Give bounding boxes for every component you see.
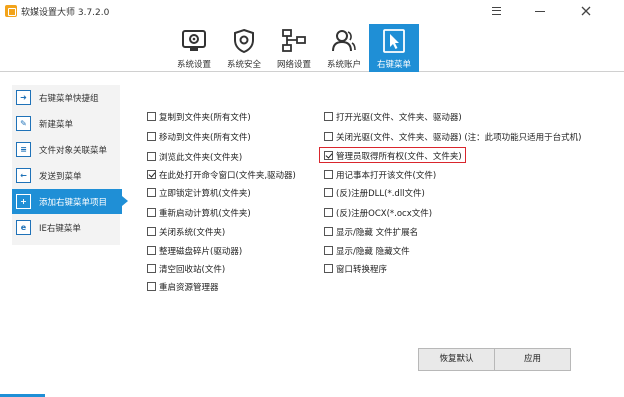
sidebar-item-label: 添加右键菜单项目 [39, 198, 108, 208]
send-icon: ← [16, 168, 31, 183]
option-label: 关闭系统(文件夹) [159, 228, 226, 238]
menu-button[interactable] [478, 0, 514, 22]
sidebar-item-label: 新建菜单 [39, 120, 74, 130]
option-label: 清空回收站(文件) [159, 265, 226, 275]
sidebar-item-label: IE右键菜单 [39, 224, 81, 234]
monitor-gear-icon [182, 30, 206, 51]
new-menu-icon: ✎ [16, 116, 31, 131]
active-pointer [122, 196, 128, 206]
option-label: 复制到文件夹(所有文件) [159, 113, 251, 123]
checkbox[interactable] [147, 188, 156, 197]
sidebar-item-add-context-items[interactable]: + 添加右键菜单项目 [12, 189, 128, 214]
tab-label: 系统设置 [176, 60, 211, 70]
window-title: 软媒设置大师 3.7.2.0 [21, 8, 110, 18]
tab-label: 右键菜单 [376, 60, 411, 70]
checkbox[interactable] [324, 264, 333, 273]
checkbox[interactable] [324, 170, 333, 179]
ie-icon: e [16, 220, 31, 235]
tab-label: 系统安全 [226, 60, 261, 70]
minimize-button[interactable] [522, 0, 558, 22]
checkbox[interactable] [147, 208, 156, 217]
app-logo-icon [5, 5, 17, 17]
arrow-icon: ➜ [16, 90, 31, 105]
option-label: 关闭光驱(文件、文件夹、驱动器) (注：此项功能只适用于台式机) [336, 133, 582, 143]
option-label: 显示/隐藏 文件扩展名 [336, 228, 419, 238]
option-label: 立即锁定计算机(文件夹) [159, 189, 251, 199]
checkbox[interactable] [147, 152, 156, 161]
option-label: 整理磁盘碎片(驱动器) [159, 247, 243, 257]
user-icon [332, 30, 356, 52]
option-label: 用记事本打开该文件(文件) [336, 171, 437, 181]
checkbox[interactable] [324, 246, 333, 255]
sidebar-item-new-menu[interactable]: ✎ 新建菜单 [12, 111, 120, 136]
option-label: 打开光驱(文件、文件夹、驱动器) [336, 113, 462, 123]
cursor-icon [383, 29, 405, 53]
checkbox[interactable] [147, 132, 156, 141]
tab-system-security[interactable]: 系统安全 [219, 24, 269, 72]
checkbox[interactable] [147, 227, 156, 236]
tab-label: 系统账户 [326, 60, 361, 70]
sidebar-item-file-association[interactable]: ≡ 文件对象关联菜单 [12, 137, 120, 162]
option-label: 窗口转换程序 [336, 265, 388, 275]
checkbox[interactable] [324, 188, 333, 197]
restore-default-button[interactable]: 恢复默认 [418, 348, 495, 371]
tab-context-menu[interactable]: 右键菜单 [369, 24, 419, 72]
sidebar-item-send-to[interactable]: ← 发送到菜单 [12, 163, 120, 188]
close-icon [581, 6, 591, 16]
sidebar: ➜ 右键菜单快捷组 ✎ 新建菜单 ≡ 文件对象关联菜单 ← 发送到菜单 + 添加… [12, 85, 128, 245]
checkbox[interactable] [147, 282, 156, 291]
option-label: 在此处打开命令窗口(文件夹,驱动器) [159, 171, 296, 181]
option-label: 移动到文件夹(所有文件) [159, 133, 251, 143]
checkbox[interactable] [324, 227, 333, 236]
close-button[interactable] [568, 0, 604, 22]
title-bar: 软媒设置大师 3.7.2.0 [0, 0, 624, 24]
apply-button[interactable]: 应用 [494, 348, 571, 371]
file-list-icon: ≡ [16, 142, 31, 157]
sidebar-item-label: 发送到菜单 [39, 172, 82, 182]
checkbox[interactable] [324, 112, 333, 121]
add-icon: + [16, 194, 31, 209]
checkbox[interactable] [324, 151, 333, 160]
option-label: (反)注册OCX(*.ocx文件) [336, 209, 433, 219]
sidebar-item-label: 右键菜单快捷组 [39, 94, 99, 104]
option-label: (反)注册DLL(*.dll文件) [336, 189, 425, 199]
shield-icon [234, 28, 254, 54]
sidebar-item-shortcut-group[interactable]: ➜ 右键菜单快捷组 [12, 85, 120, 110]
tab-label: 网络设置 [276, 60, 311, 70]
option-label: 浏览此文件夹(文件夹) [159, 153, 243, 163]
checkbox[interactable] [324, 132, 333, 141]
option-label: 重新启动计算机(文件夹) [159, 209, 251, 219]
option-label: 管理员取得所有权(文件、文件夹) [336, 152, 462, 162]
option-label: 重启资源管理器 [159, 283, 219, 293]
menu-icon [491, 7, 501, 15]
tab-system-account[interactable]: 系统账户 [319, 24, 369, 72]
minimize-icon [535, 10, 545, 12]
tab-network-settings[interactable]: 网络设置 [269, 24, 319, 72]
checkbox[interactable] [147, 170, 156, 179]
checkbox[interactable] [147, 264, 156, 273]
network-icon [282, 29, 306, 52]
option-label: 显示/隐藏 隐藏文件 [336, 247, 410, 257]
sidebar-item-label: 文件对象关联菜单 [39, 146, 108, 156]
sidebar-item-ie-menu[interactable]: e IE右键菜单 [12, 215, 120, 240]
tab-system-settings[interactable]: 系统设置 [169, 24, 219, 72]
checkbox[interactable] [147, 112, 156, 121]
main-toolbar: 系统设置 系统安全 网络设置 系统账户 右键菜单 [0, 24, 624, 72]
checkbox[interactable] [324, 208, 333, 217]
checkbox[interactable] [147, 246, 156, 255]
